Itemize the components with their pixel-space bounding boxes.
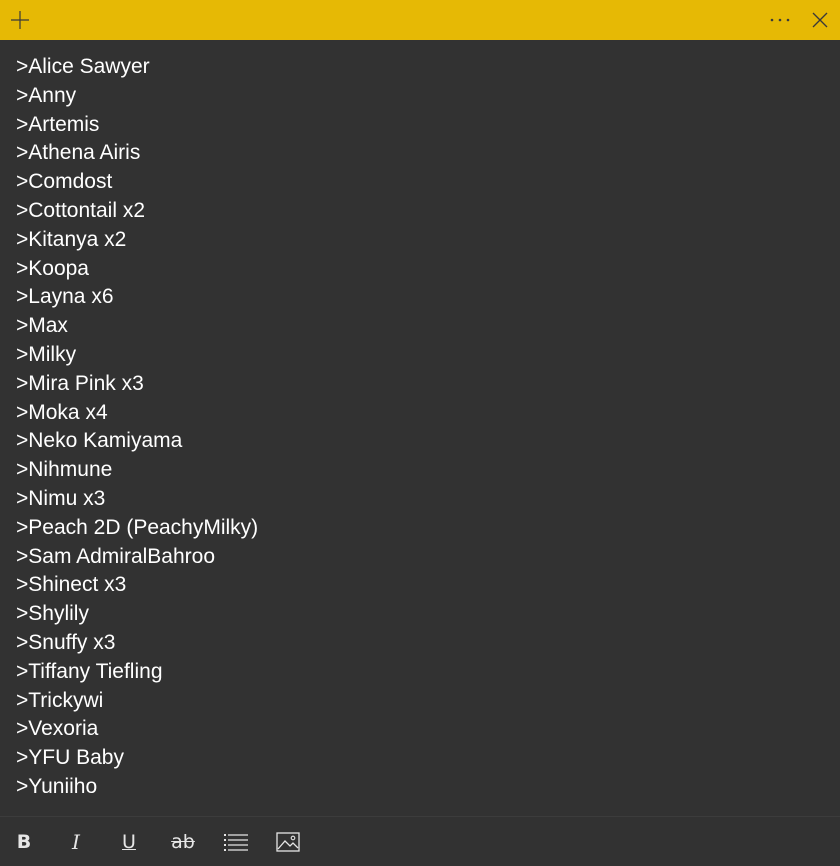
note-line: >Max bbox=[16, 314, 68, 338]
insert-image-button[interactable] bbox=[268, 817, 308, 866]
note-line: >Vexoria bbox=[16, 717, 99, 741]
note-line: >Shylily bbox=[16, 602, 89, 626]
note-line: >Mira Pink x3 bbox=[16, 371, 144, 395]
note-line: >Nihmune bbox=[16, 458, 113, 482]
close-button[interactable] bbox=[800, 0, 840, 40]
formatting-toolbar: B I U ab bbox=[0, 816, 840, 866]
note-line: >Layna x6 bbox=[16, 285, 114, 309]
note-line: >Trickywi bbox=[16, 688, 104, 712]
title-bar bbox=[0, 0, 840, 40]
note-line: >Moka x4 bbox=[16, 400, 108, 424]
bulleted-list-icon bbox=[224, 834, 248, 851]
underline-button[interactable]: U bbox=[109, 817, 149, 866]
note-line: >YFU Baby bbox=[16, 746, 124, 770]
note-line: >Kitanya x2 bbox=[16, 227, 127, 251]
note-line: >Neko Kamiyama bbox=[16, 429, 183, 453]
strikethrough-button[interactable]: ab bbox=[163, 817, 203, 866]
note-body[interactable]: >Alice Sawyer >Anny >Artemis >Athena Air… bbox=[0, 40, 840, 816]
note-line: >Anny bbox=[16, 83, 77, 107]
note-line: >Nimu x3 bbox=[16, 486, 106, 510]
note-line: >Peach 2D (PeachyMilky) bbox=[16, 515, 259, 539]
note-line: >Artemis bbox=[16, 112, 100, 136]
note-line: >Milky bbox=[16, 342, 77, 366]
bold-button[interactable]: B bbox=[4, 817, 44, 866]
note-line: >Comdost bbox=[16, 170, 113, 194]
note-line: >Shinect x3 bbox=[16, 573, 127, 597]
note-line: >Tiffany Tiefling bbox=[16, 659, 163, 683]
new-note-button[interactable] bbox=[0, 0, 40, 40]
note-line: >Snuffy x3 bbox=[16, 630, 116, 654]
note-line: >Sam AdmiralBahroo bbox=[16, 544, 216, 568]
bullet-list-button[interactable] bbox=[216, 817, 256, 866]
more-options-button[interactable] bbox=[760, 0, 800, 40]
more-ellipsis-icon bbox=[770, 18, 790, 22]
sticky-note-window: >Alice Sawyer >Anny >Artemis >Athena Air… bbox=[0, 0, 840, 866]
note-line: >Alice Sawyer bbox=[16, 55, 150, 78]
note-line: >Yuniiho bbox=[16, 774, 98, 798]
image-icon bbox=[276, 832, 300, 852]
italic-button[interactable]: I bbox=[56, 817, 96, 866]
close-icon bbox=[812, 12, 828, 28]
note-line: >Cottontail x2 bbox=[16, 198, 145, 222]
note-line: >Athena Airis bbox=[16, 141, 141, 165]
note-line: >Koopa bbox=[16, 256, 89, 280]
plus-icon bbox=[11, 11, 29, 29]
